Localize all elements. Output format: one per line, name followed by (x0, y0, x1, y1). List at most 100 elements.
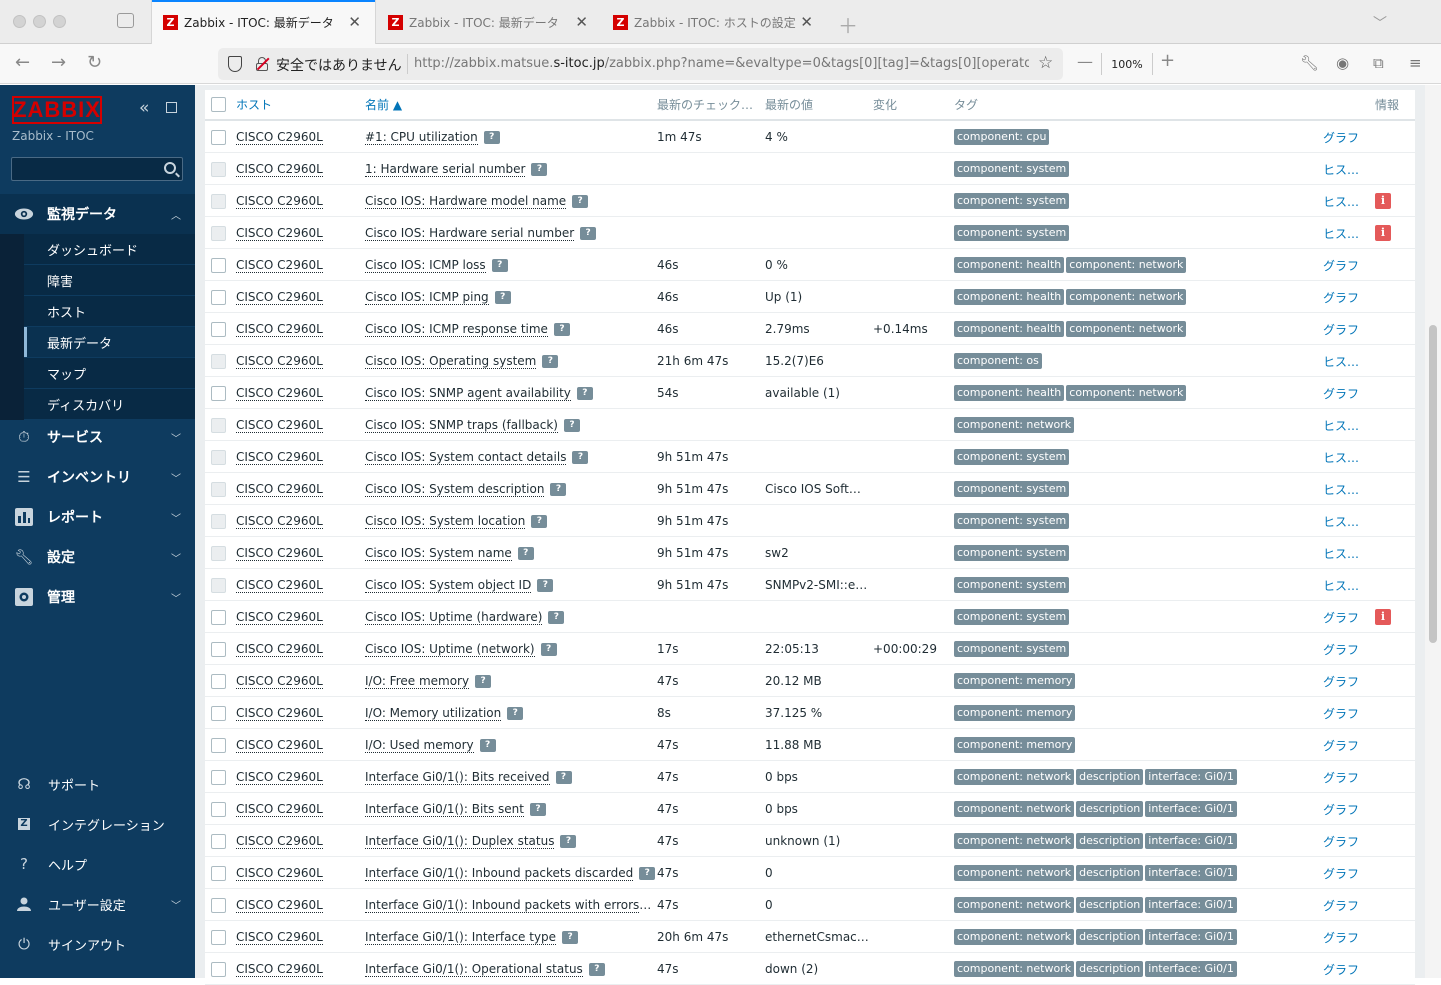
item-name-link[interactable]: #1: CPU utilization (365, 130, 478, 146)
host-link[interactable]: CISCO C2960L (236, 514, 323, 529)
help-icon[interactable]: ? (475, 675, 492, 688)
host-link[interactable]: CISCO C2960L (236, 290, 323, 305)
tag-badge[interactable]: description (1076, 897, 1144, 913)
host-link[interactable]: CISCO C2960L (236, 322, 323, 337)
item-name-link[interactable]: Cisco IOS: SNMP agent availability (365, 386, 571, 401)
help-icon[interactable]: ? (531, 515, 548, 528)
item-name-link[interactable]: I/O: Used memory (365, 738, 474, 753)
security-label[interactable]: 安全ではありません (276, 55, 402, 75)
tag-badge[interactable]: component: memory (954, 737, 1076, 753)
row-checkbox[interactable] (211, 257, 226, 273)
host-link[interactable]: CISCO C2960L (236, 194, 323, 209)
help-icon[interactable]: ? (580, 227, 597, 240)
wrench-icon[interactable]: 🔧︎ (1300, 54, 1319, 72)
graph-history-link[interactable]: グラフ (1323, 291, 1359, 305)
tag-badge[interactable]: interface: Gi0/1 (1145, 865, 1237, 881)
tag-badge[interactable]: component: network (954, 769, 1075, 785)
tag-badge[interactable]: component: network (1066, 289, 1187, 305)
item-name-link[interactable]: Interface Gi0/1(): Interface type (365, 930, 557, 945)
item-name-link[interactable]: I/O: Free memory (365, 674, 470, 689)
host-link[interactable]: CISCO C2960L (236, 482, 323, 497)
help-icon[interactable]: ? (588, 963, 605, 976)
item-name-link[interactable]: Cisco IOS: SNMP traps (fallback) (365, 418, 558, 433)
column-header-name[interactable]: 名前 ▲ (365, 90, 657, 121)
item-name-link[interactable]: Interface Gi0/1(): Bits sent (365, 802, 524, 817)
zoom-out-icon[interactable]: — (1077, 52, 1093, 71)
graph-history-link[interactable]: ヒス… (1323, 355, 1359, 369)
graph-history-link[interactable]: グラフ (1323, 771, 1359, 785)
tracking-shield-icon[interactable] (228, 56, 242, 72)
help-icon[interactable]: ? (530, 803, 546, 816)
row-checkbox[interactable] (211, 833, 226, 849)
graph-history-link[interactable]: ヒス… (1323, 483, 1359, 497)
insecure-lock-icon[interactable] (256, 57, 270, 71)
graph-history-link[interactable]: ヒス… (1323, 547, 1359, 561)
host-link[interactable]: CISCO C2960L (236, 706, 323, 721)
graph-history-link[interactable]: グラフ (1323, 835, 1359, 849)
item-name-link[interactable]: Cisco IOS: Operating system (365, 354, 537, 369)
graph-history-link[interactable]: ヒス… (1323, 515, 1359, 529)
column-header-host[interactable]: ホスト (236, 90, 365, 121)
help-icon[interactable]: ? (507, 707, 524, 720)
help-icon[interactable]: ? (517, 547, 534, 560)
row-checkbox[interactable] (211, 385, 226, 401)
row-checkbox[interactable] (211, 609, 226, 625)
window-maximize-button[interactable] (53, 15, 66, 28)
kiosk-mode-icon[interactable] (166, 102, 177, 113)
item-name-link[interactable]: Cisco IOS: System location (365, 514, 526, 529)
tag-badge[interactable]: component: network (1066, 321, 1187, 337)
forward-arrow-icon[interactable]: → (51, 52, 66, 73)
item-name-link[interactable]: Cisco IOS: System description (365, 482, 545, 497)
help-icon[interactable]: ? (572, 195, 589, 208)
host-link[interactable]: CISCO C2960L (236, 642, 323, 657)
tag-badge[interactable]: component: memory (954, 673, 1076, 689)
graph-history-link[interactable]: ヒス… (1323, 195, 1359, 209)
tag-badge[interactable]: component: network (954, 417, 1075, 433)
item-name-link[interactable]: Cisco IOS: Hardware model name (365, 194, 567, 209)
row-checkbox[interactable] (211, 865, 226, 881)
zabbix-logo[interactable]: ZABBIX (12, 96, 102, 124)
sidebar-search-input[interactable] (11, 157, 183, 181)
help-icon[interactable]: ? (540, 643, 557, 656)
host-link[interactable]: CISCO C2960L (236, 258, 323, 273)
help-icon[interactable]: ? (576, 387, 593, 400)
tag-badge[interactable]: component: network (1066, 257, 1187, 273)
graph-history-link[interactable]: グラフ (1323, 803, 1359, 817)
graph-history-link[interactable]: グラフ (1323, 739, 1359, 753)
help-icon[interactable]: ? (560, 835, 577, 848)
tag-badge[interactable]: interface: Gi0/1 (1145, 961, 1237, 977)
host-link[interactable]: CISCO C2960L (236, 770, 323, 785)
menu-services[interactable]: ⏱︎ サービス ﹀ (0, 417, 195, 457)
graph-history-link[interactable]: ヒス… (1323, 579, 1359, 593)
tag-badge[interactable]: interface: Gi0/1 (1145, 897, 1237, 913)
row-checkbox[interactable] (211, 289, 226, 305)
tag-badge[interactable]: component: system (954, 609, 1070, 625)
graph-history-link[interactable]: グラフ (1323, 675, 1359, 689)
tag-badge[interactable]: description (1076, 833, 1144, 849)
item-name-link[interactable]: Cisco IOS: ICMP loss (365, 258, 486, 273)
menu-help[interactable]: ? ヘルプ (0, 847, 195, 881)
help-icon[interactable]: ? (572, 451, 589, 464)
tag-badge[interactable]: component: system (954, 161, 1070, 177)
tag-badge[interactable]: component: health (954, 385, 1065, 401)
window-close-button[interactable] (13, 15, 26, 28)
graph-history-link[interactable]: グラフ (1323, 611, 1359, 625)
tag-badge[interactable]: description (1076, 801, 1144, 817)
graph-history-link[interactable]: グラフ (1323, 387, 1359, 401)
row-checkbox[interactable] (211, 705, 226, 721)
item-name-link[interactable]: Cisco IOS: ICMP response time (365, 322, 548, 337)
tag-badge[interactable]: component: network (954, 801, 1075, 817)
tag-badge[interactable]: component: system (954, 449, 1070, 465)
host-link[interactable]: CISCO C2960L (236, 418, 323, 433)
tag-badge[interactable]: component: system (954, 225, 1070, 241)
help-icon[interactable]: ? (479, 739, 496, 752)
url-text[interactable]: http://zabbix.matsue.s-itoc.jp/zabbix.ph… (414, 56, 1029, 71)
tag-badge[interactable]: description (1076, 769, 1144, 785)
graph-history-link[interactable]: ヒス… (1323, 227, 1359, 241)
tag-badge[interactable]: component: health (954, 321, 1065, 337)
reload-icon[interactable]: ↻ (87, 52, 102, 73)
menu-sign-out[interactable]: ⏻ サインアウト (0, 927, 195, 961)
browser-tab-2[interactable]: Z Zabbix - ITOC: ホストの設定 ✕ (602, 0, 827, 44)
help-icon[interactable]: ? (553, 323, 570, 336)
item-name-link[interactable]: Interface Gi0/1(): Inbound packets disca… (365, 866, 634, 881)
